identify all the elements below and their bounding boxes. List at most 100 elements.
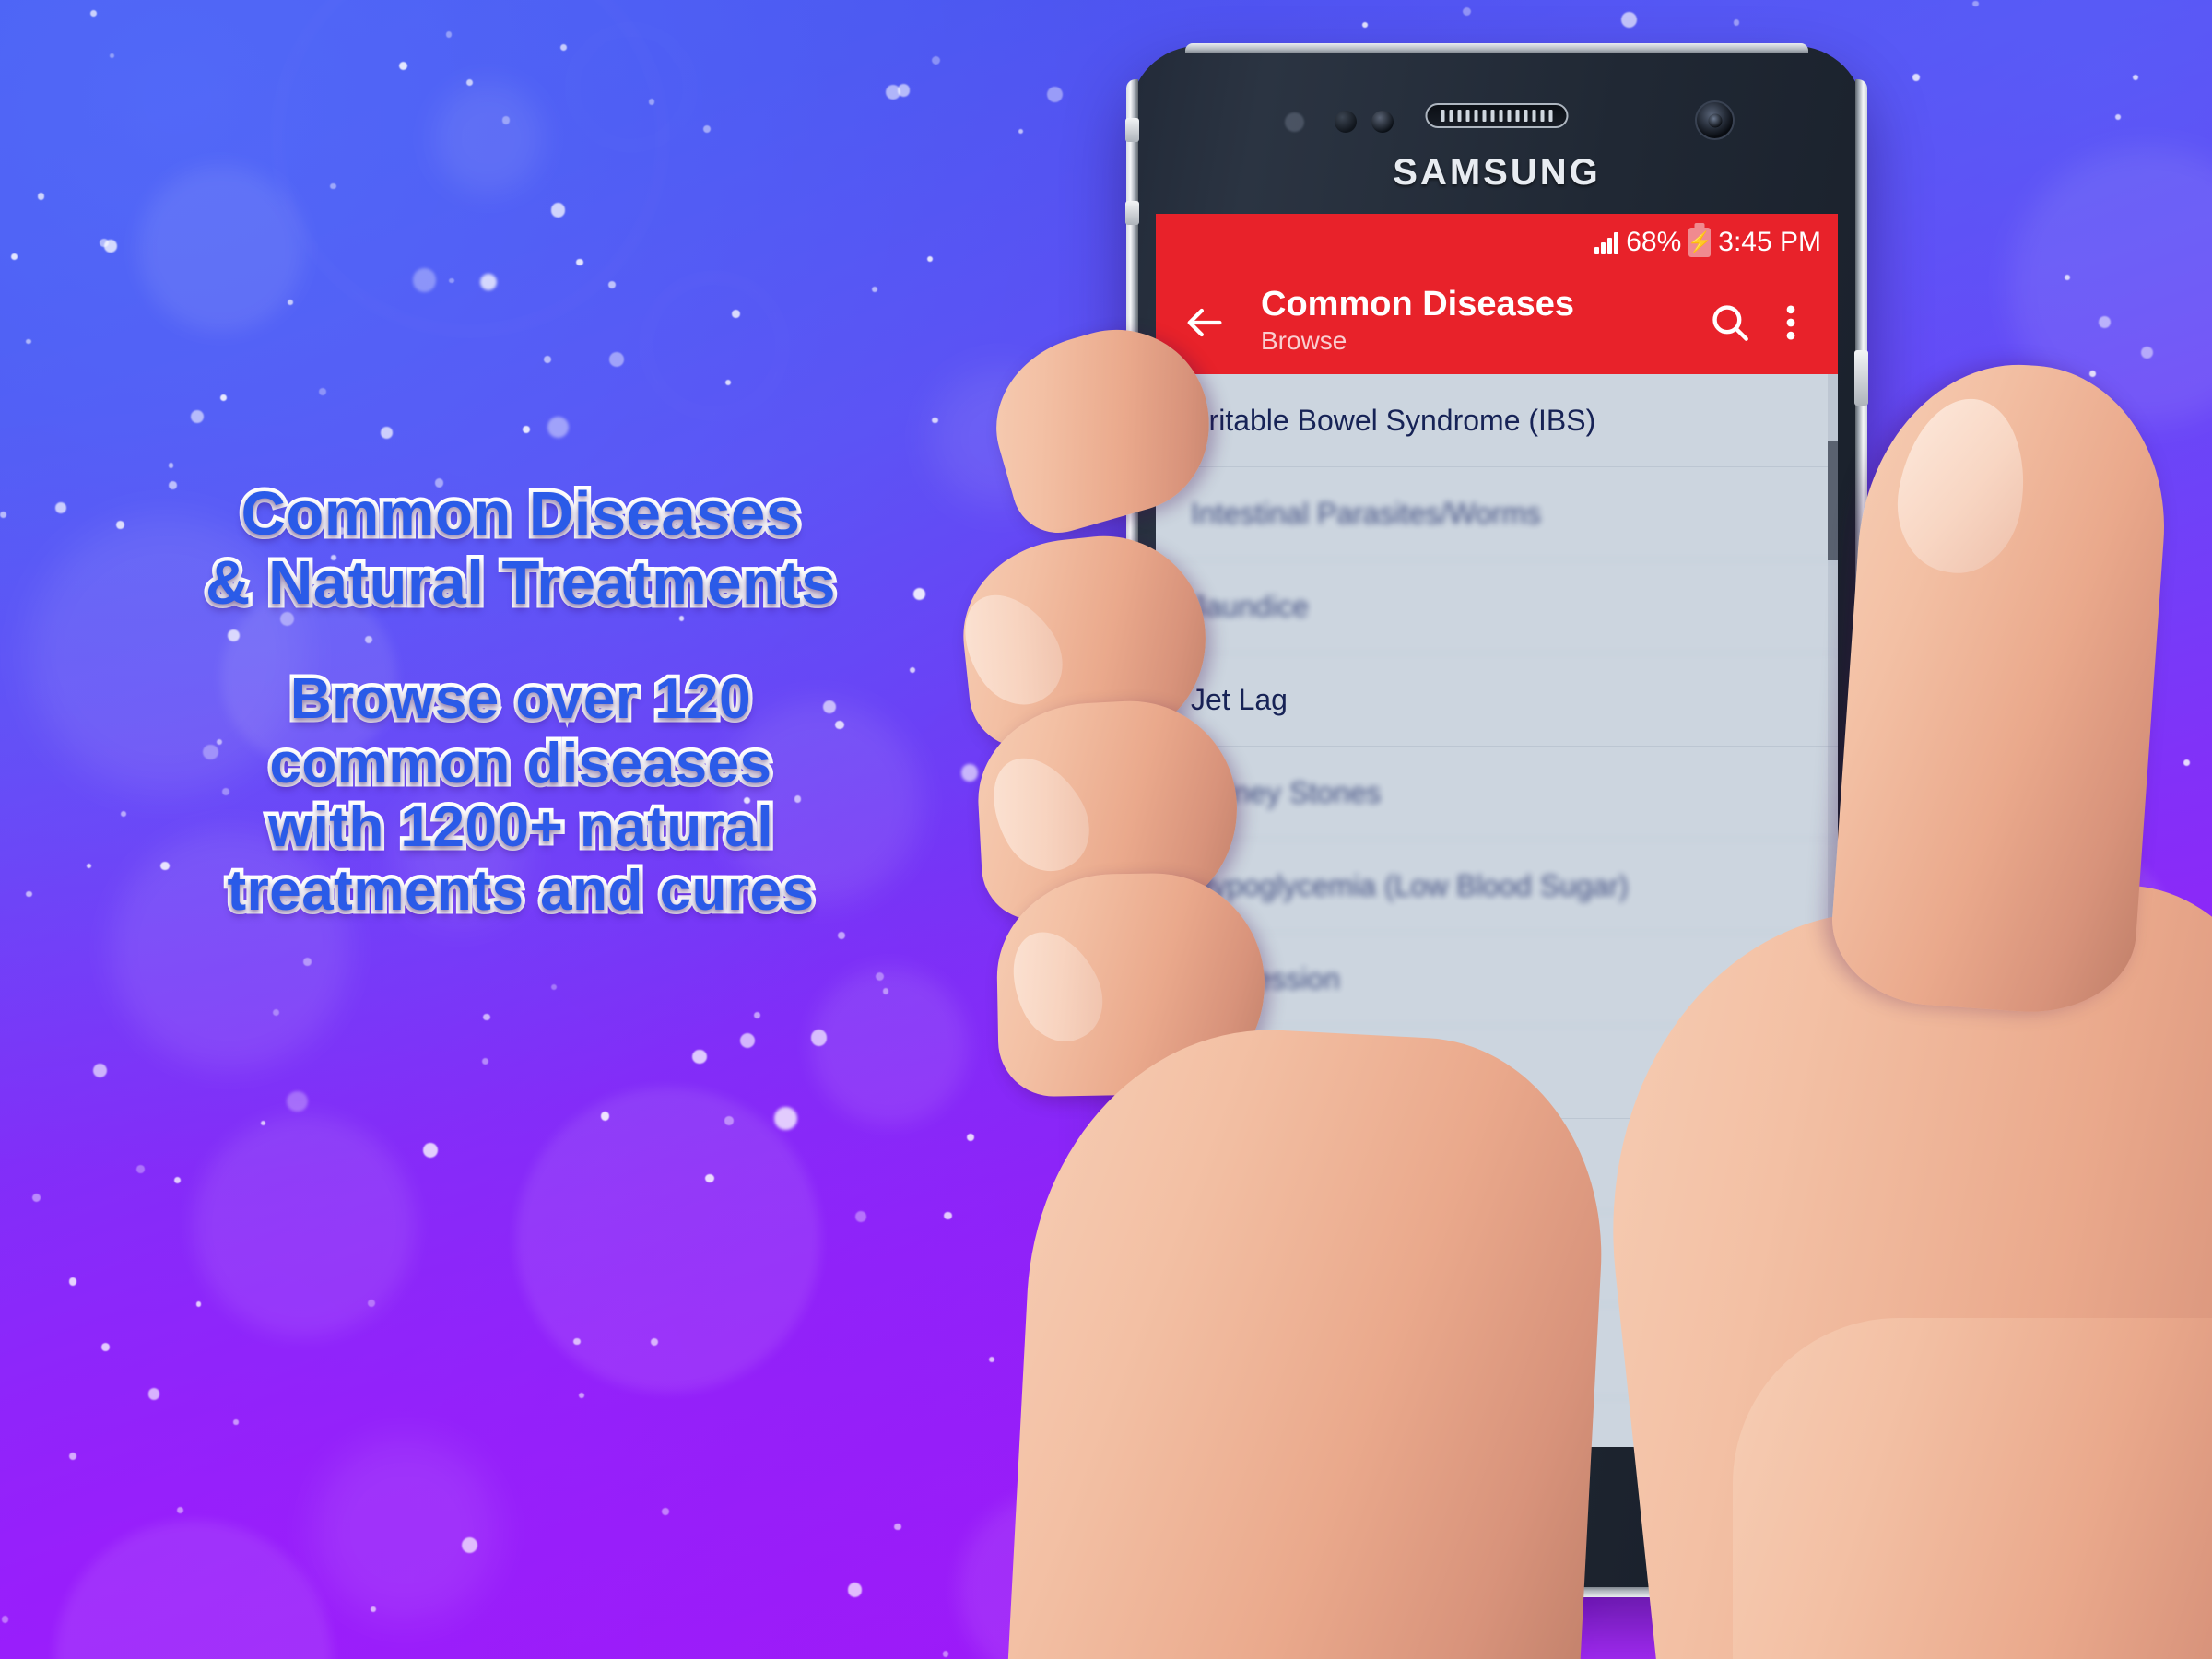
power-button[interactable] bbox=[1854, 350, 1868, 406]
sparkle-dot bbox=[260, 1120, 265, 1125]
sparkle-dot bbox=[703, 124, 712, 133]
sparkle-dot bbox=[482, 1057, 489, 1065]
sparkle-dot bbox=[2034, 708, 2041, 715]
list-item[interactable]: Measles bbox=[1156, 1305, 1838, 1398]
sparkle-dot bbox=[848, 1583, 863, 1597]
sparkle-dot bbox=[1926, 1494, 1935, 1502]
signal-bars-icon bbox=[1594, 230, 1619, 254]
scrollbar-thumb[interactable] bbox=[1828, 441, 1838, 560]
list-item-label: Depression bbox=[1191, 961, 1340, 995]
sparkle-dot bbox=[1755, 1628, 1764, 1637]
sparkle-dot bbox=[318, 387, 326, 395]
sparkle-dot bbox=[882, 988, 889, 994]
sparkle-dot bbox=[2202, 1217, 2208, 1223]
list-item[interactable]: Malaria bbox=[1156, 1212, 1838, 1305]
list-item-label: Hypoglycemia (Low Blood Sugar) bbox=[1191, 868, 1629, 902]
sparkle-dot bbox=[1065, 1168, 1080, 1182]
list-item-label: Jet Lag bbox=[1191, 682, 1288, 716]
recents-icon[interactable] bbox=[1285, 1480, 1322, 1517]
list-item-label: Chickenpox bbox=[1191, 1054, 1346, 1088]
sparkle-dot bbox=[2148, 590, 2159, 599]
search-icon[interactable] bbox=[1707, 300, 1753, 346]
sparkle-dot bbox=[998, 429, 1006, 437]
sparkle-dot bbox=[576, 258, 583, 266]
list-item[interactable]: Hypoglycemia (Low Blood Sugar) bbox=[1156, 840, 1838, 933]
vertical-scrollbar[interactable] bbox=[1828, 374, 1838, 1447]
volume-down-button[interactable] bbox=[1125, 201, 1139, 225]
sparkle-dot bbox=[692, 1050, 707, 1065]
sparkle-dot bbox=[445, 30, 453, 38]
clock-label: 3:45 PM bbox=[1718, 227, 1821, 257]
sparkle-dot bbox=[422, 1142, 438, 1158]
sparkle-dot bbox=[412, 267, 437, 292]
sparkle-dot bbox=[1913, 1321, 1923, 1329]
sparkle-dot bbox=[2074, 1064, 2082, 1072]
sparkle-dot bbox=[2132, 74, 2139, 81]
list-item[interactable]: Jet Lag bbox=[1156, 653, 1838, 747]
phone-rim-left bbox=[1126, 79, 1138, 1561]
list-item[interactable]: Jaundice bbox=[1156, 560, 1838, 653]
brand-logo: SAMSUNG bbox=[1393, 152, 1601, 193]
sparkle-dot bbox=[288, 299, 294, 305]
promo-subtitle: Browse over 120 common diseases with 120… bbox=[0, 664, 1041, 927]
bokeh-circle bbox=[516, 1088, 820, 1392]
page-title: Common Diseases bbox=[1261, 285, 1575, 324]
list-item-label: Jaundice bbox=[1191, 589, 1310, 623]
promo-subtitle-line-3: with 1200+ natural bbox=[264, 791, 777, 863]
bokeh-circle bbox=[811, 968, 968, 1124]
sparkle-dot bbox=[894, 1523, 901, 1530]
disease-list[interactable]: Irritable Bowel Syndrome (IBS) Intestina… bbox=[1156, 374, 1838, 1447]
sparkle-dot bbox=[661, 1508, 669, 1515]
phone-screen: 68% ⚡ 3:45 PM Common Diseases Browse Irr… bbox=[1156, 214, 1838, 1447]
sparkle-dot bbox=[753, 1012, 760, 1019]
promo-subtitle-line-2: common diseases bbox=[265, 727, 776, 799]
sparkle-dot bbox=[104, 240, 117, 253]
sparkle-dot bbox=[501, 116, 511, 124]
list-item[interactable]: Depression bbox=[1156, 933, 1838, 1026]
promo-subtitle-line-4: treatments and cures bbox=[223, 855, 818, 927]
list-item[interactable]: Cholera bbox=[1156, 1119, 1838, 1212]
promo-title-line-2: & Natural Treatments bbox=[202, 545, 840, 622]
sparkle-dot bbox=[944, 1211, 952, 1220]
sparkle-dot bbox=[461, 1536, 477, 1553]
page-subtitle: Browse bbox=[1261, 325, 1347, 355]
more-vert-icon[interactable] bbox=[1768, 300, 1814, 346]
sparkle-dot bbox=[483, 1013, 490, 1020]
sparkle-dot bbox=[367, 1300, 375, 1308]
arrow-back-icon[interactable] bbox=[1180, 299, 1228, 347]
phone-rim-bottom bbox=[1185, 1587, 1808, 1597]
bokeh-circle bbox=[571, 28, 691, 147]
sparkle-dot bbox=[25, 338, 31, 345]
list-item[interactable]: Kidney Stones bbox=[1156, 747, 1838, 840]
phone-rim-top bbox=[1185, 43, 1808, 53]
sparkle-dot bbox=[69, 1452, 77, 1460]
sparkle-dot bbox=[932, 417, 938, 424]
list-item[interactable]: Intestinal Parasites/Worms bbox=[1156, 467, 1838, 560]
sparkle-dot bbox=[1078, 614, 1087, 622]
sparkle-dot bbox=[37, 193, 45, 200]
list-item-label: Cholera bbox=[1191, 1147, 1295, 1182]
sparkle-dot bbox=[449, 277, 454, 284]
sparkle-dot bbox=[705, 1173, 714, 1182]
back-icon[interactable] bbox=[1672, 1480, 1709, 1517]
sparkle-dot bbox=[573, 1337, 581, 1345]
sparkle-dot bbox=[966, 1133, 974, 1141]
sparkle-dot bbox=[1777, 1629, 1801, 1653]
sparkle-dot bbox=[233, 1419, 239, 1425]
sparkle-dot bbox=[543, 356, 551, 363]
sparkle-dot bbox=[1016, 1069, 1023, 1077]
sparkle-dot bbox=[854, 1211, 866, 1223]
sparkle-dot bbox=[1733, 19, 1739, 26]
sparkle-dot bbox=[173, 1176, 181, 1183]
sparkle-dot bbox=[2183, 759, 2190, 766]
sparkle-dot bbox=[1362, 22, 1368, 29]
earpiece-speaker bbox=[1425, 103, 1569, 128]
list-item[interactable]: Irritable Bowel Syndrome (IBS) bbox=[1156, 374, 1838, 467]
home-button[interactable] bbox=[1440, 1467, 1554, 1534]
promo-title-line-1: Common Diseases bbox=[237, 475, 805, 552]
list-item[interactable]: Chickenpox bbox=[1156, 1026, 1838, 1119]
sparkle-dot bbox=[136, 1164, 145, 1173]
list-item[interactable] bbox=[1156, 1398, 1838, 1447]
volume-up-button[interactable] bbox=[1125, 118, 1139, 142]
app-bar: Common Diseases Browse bbox=[1156, 271, 1838, 374]
